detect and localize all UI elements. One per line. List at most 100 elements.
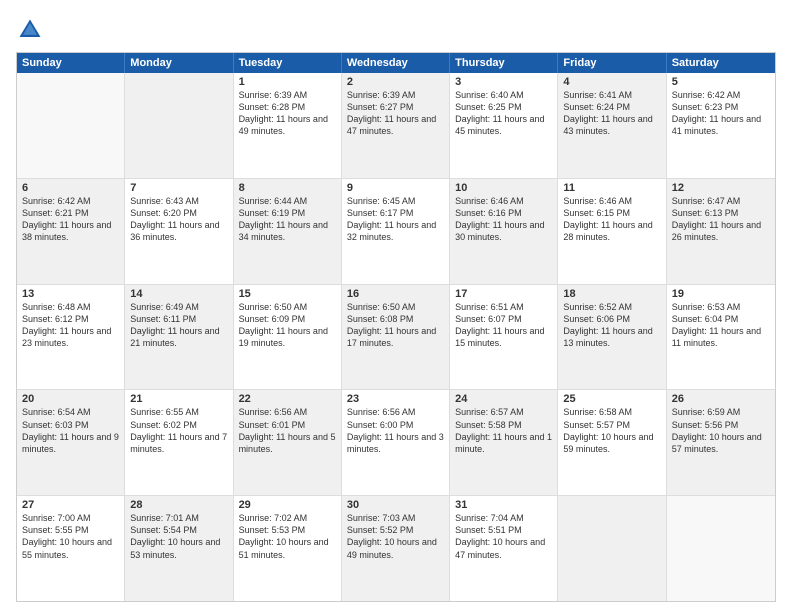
cell-info: Sunrise: 6:58 AM Sunset: 5:57 PM Dayligh… [563, 406, 660, 455]
cell-info: Sunrise: 7:02 AM Sunset: 5:53 PM Dayligh… [239, 512, 336, 561]
calendar-cell: 10Sunrise: 6:46 AM Sunset: 6:16 PM Dayli… [450, 179, 558, 284]
cell-info: Sunrise: 6:39 AM Sunset: 6:27 PM Dayligh… [347, 89, 444, 138]
cell-date: 21 [130, 393, 227, 405]
calendar-cell: 22Sunrise: 6:56 AM Sunset: 6:01 PM Dayli… [234, 390, 342, 495]
cell-info: Sunrise: 6:45 AM Sunset: 6:17 PM Dayligh… [347, 195, 444, 244]
cell-date: 13 [22, 288, 119, 300]
cell-info: Sunrise: 7:00 AM Sunset: 5:55 PM Dayligh… [22, 512, 119, 561]
header-day: Tuesday [234, 53, 342, 73]
cell-info: Sunrise: 6:41 AM Sunset: 6:24 PM Dayligh… [563, 89, 660, 138]
cell-date: 30 [347, 499, 444, 511]
cell-date: 27 [22, 499, 119, 511]
calendar-cell: 3Sunrise: 6:40 AM Sunset: 6:25 PM Daylig… [450, 73, 558, 178]
header-day: Thursday [450, 53, 558, 73]
cell-date: 9 [347, 182, 444, 194]
calendar-cell: 28Sunrise: 7:01 AM Sunset: 5:54 PM Dayli… [125, 496, 233, 601]
calendar-cell: 20Sunrise: 6:54 AM Sunset: 6:03 PM Dayli… [17, 390, 125, 495]
calendar-cell: 1Sunrise: 6:39 AM Sunset: 6:28 PM Daylig… [234, 73, 342, 178]
calendar-cell: 11Sunrise: 6:46 AM Sunset: 6:15 PM Dayli… [558, 179, 666, 284]
calendar-cell: 31Sunrise: 7:04 AM Sunset: 5:51 PM Dayli… [450, 496, 558, 601]
calendar-cell: 18Sunrise: 6:52 AM Sunset: 6:06 PM Dayli… [558, 285, 666, 390]
cell-info: Sunrise: 6:50 AM Sunset: 6:09 PM Dayligh… [239, 301, 336, 350]
calendar: SundayMondayTuesdayWednesdayThursdayFrid… [16, 52, 776, 602]
cell-date: 12 [672, 182, 770, 194]
calendar-row: 27Sunrise: 7:00 AM Sunset: 5:55 PM Dayli… [17, 495, 775, 601]
calendar-cell: 5Sunrise: 6:42 AM Sunset: 6:23 PM Daylig… [667, 73, 775, 178]
calendar-cell: 24Sunrise: 6:57 AM Sunset: 5:58 PM Dayli… [450, 390, 558, 495]
calendar-cell [17, 73, 125, 178]
cell-date: 31 [455, 499, 552, 511]
cell-info: Sunrise: 6:42 AM Sunset: 6:21 PM Dayligh… [22, 195, 119, 244]
header-day: Sunday [17, 53, 125, 73]
calendar-cell: 13Sunrise: 6:48 AM Sunset: 6:12 PM Dayli… [17, 285, 125, 390]
calendar-row: 1Sunrise: 6:39 AM Sunset: 6:28 PM Daylig… [17, 73, 775, 178]
cell-info: Sunrise: 6:56 AM Sunset: 6:01 PM Dayligh… [239, 406, 336, 455]
cell-date: 17 [455, 288, 552, 300]
cell-date: 5 [672, 76, 770, 88]
calendar-cell: 17Sunrise: 6:51 AM Sunset: 6:07 PM Dayli… [450, 285, 558, 390]
calendar-cell: 6Sunrise: 6:42 AM Sunset: 6:21 PM Daylig… [17, 179, 125, 284]
cell-date: 2 [347, 76, 444, 88]
calendar-cell [125, 73, 233, 178]
cell-date: 28 [130, 499, 227, 511]
cell-date: 24 [455, 393, 552, 405]
calendar-cell: 29Sunrise: 7:02 AM Sunset: 5:53 PM Dayli… [234, 496, 342, 601]
cell-date: 15 [239, 288, 336, 300]
cell-date: 29 [239, 499, 336, 511]
cell-date: 19 [672, 288, 770, 300]
calendar-row: 20Sunrise: 6:54 AM Sunset: 6:03 PM Dayli… [17, 389, 775, 495]
cell-info: Sunrise: 6:52 AM Sunset: 6:06 PM Dayligh… [563, 301, 660, 350]
cell-date: 23 [347, 393, 444, 405]
cell-info: Sunrise: 6:49 AM Sunset: 6:11 PM Dayligh… [130, 301, 227, 350]
cell-date: 26 [672, 393, 770, 405]
header [16, 16, 776, 44]
cell-info: Sunrise: 6:39 AM Sunset: 6:28 PM Dayligh… [239, 89, 336, 138]
calendar-body: 1Sunrise: 6:39 AM Sunset: 6:28 PM Daylig… [17, 73, 775, 601]
cell-info: Sunrise: 6:42 AM Sunset: 6:23 PM Dayligh… [672, 89, 770, 138]
calendar-cell: 19Sunrise: 6:53 AM Sunset: 6:04 PM Dayli… [667, 285, 775, 390]
calendar-cell: 9Sunrise: 6:45 AM Sunset: 6:17 PM Daylig… [342, 179, 450, 284]
calendar-cell: 7Sunrise: 6:43 AM Sunset: 6:20 PM Daylig… [125, 179, 233, 284]
calendar-cell: 2Sunrise: 6:39 AM Sunset: 6:27 PM Daylig… [342, 73, 450, 178]
header-day: Wednesday [342, 53, 450, 73]
cell-date: 18 [563, 288, 660, 300]
calendar-row: 13Sunrise: 6:48 AM Sunset: 6:12 PM Dayli… [17, 284, 775, 390]
calendar-cell: 15Sunrise: 6:50 AM Sunset: 6:09 PM Dayli… [234, 285, 342, 390]
cell-info: Sunrise: 6:55 AM Sunset: 6:02 PM Dayligh… [130, 406, 227, 455]
calendar-cell: 27Sunrise: 7:00 AM Sunset: 5:55 PM Dayli… [17, 496, 125, 601]
cell-info: Sunrise: 6:43 AM Sunset: 6:20 PM Dayligh… [130, 195, 227, 244]
cell-date: 4 [563, 76, 660, 88]
cell-info: Sunrise: 7:01 AM Sunset: 5:54 PM Dayligh… [130, 512, 227, 561]
cell-date: 1 [239, 76, 336, 88]
header-day: Monday [125, 53, 233, 73]
logo [16, 16, 48, 44]
cell-info: Sunrise: 6:59 AM Sunset: 5:56 PM Dayligh… [672, 406, 770, 455]
cell-info: Sunrise: 6:46 AM Sunset: 6:16 PM Dayligh… [455, 195, 552, 244]
calendar-cell: 26Sunrise: 6:59 AM Sunset: 5:56 PM Dayli… [667, 390, 775, 495]
cell-info: Sunrise: 6:46 AM Sunset: 6:15 PM Dayligh… [563, 195, 660, 244]
cell-date: 11 [563, 182, 660, 194]
cell-info: Sunrise: 6:50 AM Sunset: 6:08 PM Dayligh… [347, 301, 444, 350]
cell-info: Sunrise: 6:56 AM Sunset: 6:00 PM Dayligh… [347, 406, 444, 455]
calendar-cell: 14Sunrise: 6:49 AM Sunset: 6:11 PM Dayli… [125, 285, 233, 390]
cell-date: 22 [239, 393, 336, 405]
page: SundayMondayTuesdayWednesdayThursdayFrid… [0, 0, 792, 612]
cell-date: 10 [455, 182, 552, 194]
cell-date: 7 [130, 182, 227, 194]
calendar-cell: 23Sunrise: 6:56 AM Sunset: 6:00 PM Dayli… [342, 390, 450, 495]
logo-icon [16, 16, 44, 44]
cell-info: Sunrise: 6:53 AM Sunset: 6:04 PM Dayligh… [672, 301, 770, 350]
calendar-cell [558, 496, 666, 601]
calendar-cell: 16Sunrise: 6:50 AM Sunset: 6:08 PM Dayli… [342, 285, 450, 390]
calendar-cell: 30Sunrise: 7:03 AM Sunset: 5:52 PM Dayli… [342, 496, 450, 601]
cell-date: 6 [22, 182, 119, 194]
cell-date: 16 [347, 288, 444, 300]
cell-date: 20 [22, 393, 119, 405]
header-day: Saturday [667, 53, 775, 73]
cell-info: Sunrise: 6:54 AM Sunset: 6:03 PM Dayligh… [22, 406, 119, 455]
calendar-cell: 12Sunrise: 6:47 AM Sunset: 6:13 PM Dayli… [667, 179, 775, 284]
calendar-cell: 25Sunrise: 6:58 AM Sunset: 5:57 PM Dayli… [558, 390, 666, 495]
cell-info: Sunrise: 6:40 AM Sunset: 6:25 PM Dayligh… [455, 89, 552, 138]
cell-info: Sunrise: 7:04 AM Sunset: 5:51 PM Dayligh… [455, 512, 552, 561]
cell-date: 25 [563, 393, 660, 405]
